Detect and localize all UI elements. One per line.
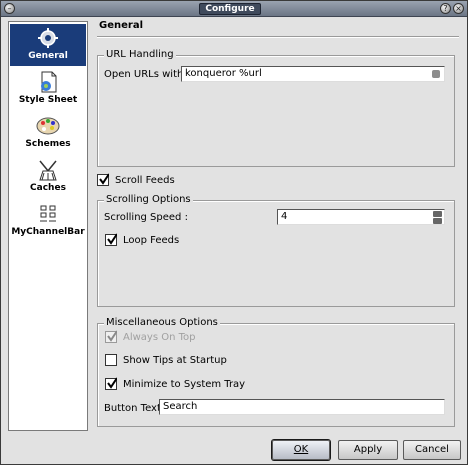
window-menu-icon[interactable]: – <box>4 3 15 14</box>
scrolling-speed-spinbox[interactable]: 4 <box>277 209 445 225</box>
window-title: Configure <box>199 3 261 15</box>
open-urls-label: Open URLs with : <box>104 69 190 80</box>
spin-up-icon[interactable] <box>433 211 442 217</box>
cancel-button-label: Cancel <box>415 444 449 455</box>
minimize-tray-label: Minimize to System Tray <box>123 379 246 390</box>
group-title: URL Handling <box>104 49 176 60</box>
broom-icon <box>39 160 57 181</box>
sidebar-item-label: General <box>28 51 68 61</box>
title-divider <box>97 36 459 38</box>
configure-dialog: – Configure ? × General Style Sheet Sche… <box>0 0 468 465</box>
open-urls-value: konqueror %url <box>185 68 262 79</box>
button-text-input[interactable]: Search <box>159 399 445 415</box>
sidebar-item-style-sheet[interactable]: Style Sheet <box>10 68 86 110</box>
loop-feeds-checkbox[interactable] <box>105 233 117 246</box>
scroll-feeds-label: Scroll Feeds <box>115 175 175 186</box>
grid-icon <box>40 205 56 222</box>
apply-button[interactable]: Apply <box>338 440 398 460</box>
checkmark-icon <box>99 173 109 185</box>
page-title: General <box>99 20 143 31</box>
title-bar[interactable]: – Configure ? × <box>1 1 467 17</box>
scroll-feeds-checkbox[interactable] <box>97 173 109 186</box>
close-icon[interactable]: × <box>453 3 464 14</box>
group-title: Miscellaneous Options <box>104 317 220 328</box>
ok-button[interactable]: OK <box>272 440 330 460</box>
sidebar-item-schemes[interactable]: Schemes <box>10 112 86 154</box>
checkmark-icon <box>107 233 117 245</box>
checkmark-icon <box>107 377 117 389</box>
document-icon <box>41 71 57 93</box>
sidebar-item-label: MyChannelBar <box>11 227 85 237</box>
show-tips-label: Show Tips at Startup <box>123 355 227 366</box>
sidebar-item-label: Schemes <box>25 139 71 149</box>
apply-button-label: Apply <box>353 444 383 455</box>
always-on-top-label: Always On Top <box>123 332 196 343</box>
button-text-value: Search <box>163 401 198 412</box>
sidebar: General Style Sheet Schemes Caches MyCha… <box>8 21 88 431</box>
help-icon[interactable]: ? <box>440 3 451 14</box>
sidebar-item-label: Caches <box>30 183 66 193</box>
scrolling-speed-value: 4 <box>281 211 288 222</box>
gear-icon <box>38 28 58 48</box>
dropdown-arrow-icon[interactable] <box>432 70 440 78</box>
sidebar-item-general[interactable]: General <box>10 24 86 66</box>
scrolling-speed-label: Scrolling Speed : <box>104 212 188 223</box>
spin-down-icon[interactable] <box>433 218 442 224</box>
cancel-button[interactable]: Cancel <box>403 440 461 460</box>
checkmark-icon <box>107 330 117 342</box>
sidebar-item-caches[interactable]: Caches <box>10 156 86 198</box>
sidebar-item-label: Style Sheet <box>18 95 78 105</box>
ok-button-label: OK <box>293 444 309 455</box>
minimize-tray-checkbox[interactable] <box>105 377 117 390</box>
sidebar-item-mychannelbar[interactable]: MyChannelBar <box>10 200 86 242</box>
show-tips-checkbox[interactable] <box>105 354 117 366</box>
loop-feeds-label: Loop Feeds <box>123 235 180 246</box>
open-urls-combobox[interactable]: konqueror %url <box>181 66 445 82</box>
group-title: Scrolling Options <box>104 194 193 205</box>
always-on-top-checkbox[interactable] <box>105 330 117 343</box>
button-text-label: Button Text : <box>104 403 168 414</box>
palette-icon <box>36 117 60 135</box>
